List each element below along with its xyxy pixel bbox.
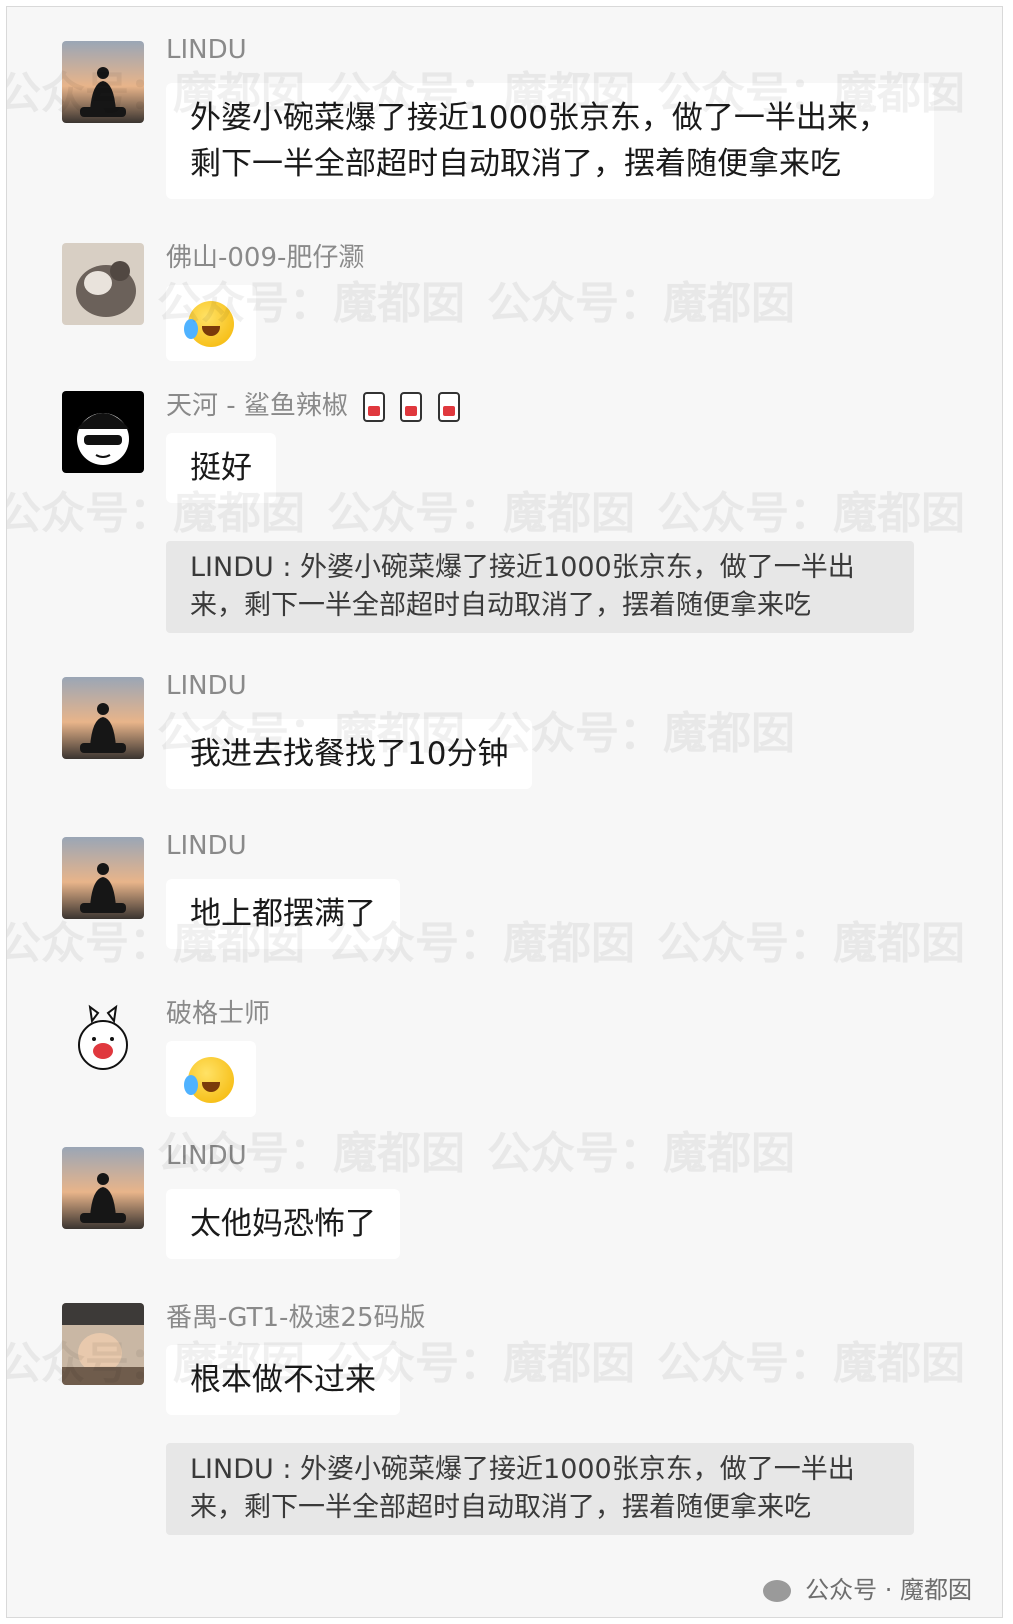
sender-name: 破格士师: [166, 999, 271, 1029]
crying-laughing-emoji: [184, 1056, 234, 1103]
avatar-sunset-meditation[interactable]: [62, 1147, 144, 1229]
chat-log: LINDU 外婆小碗菜爆了接近1000张京东，做了一半出来，剩下一半全部超时自动…: [7, 7, 1002, 1617]
message-text: 挺好: [190, 450, 252, 486]
quote-text: LINDU : 外婆小碗菜爆了接近1000张京东，做了一半出来，剩下一半全部超时…: [190, 552, 855, 621]
sender-name: LINDU: [166, 1141, 247, 1171]
sender-name: 番禺-GT1-极速25码版: [166, 1303, 426, 1333]
message-text: 我进去找餐找了10分钟: [190, 736, 509, 772]
message-bubble[interactable]: [166, 1041, 256, 1117]
message-text: 太他妈恐怖了: [190, 1206, 376, 1242]
sender-name: 佛山-009-肥仔灏: [166, 243, 365, 273]
message-text: 地上都摆满了: [190, 896, 376, 932]
footer-watermark-text: 公众号 · 魔都囡: [805, 1576, 972, 1604]
quoted-message[interactable]: LINDU : 外婆小碗菜爆了接近1000张京东，做了一半出来，剩下一半全部超时…: [166, 1443, 914, 1535]
message-bubble[interactable]: 根本做不过来: [166, 1345, 400, 1415]
sender-name: 天河 - 鲨鱼辣椒: [166, 385, 460, 422]
avatar-cartoon-sunglasses[interactable]: [62, 391, 144, 473]
avatar-sunset-meditation[interactable]: [62, 677, 144, 759]
quote-text: LINDU : 外婆小碗菜爆了接近1000张京东，做了一半出来，剩下一半全部超时…: [190, 1454, 855, 1523]
avatar-cat[interactable]: [62, 243, 144, 325]
message-text: 根本做不过来: [190, 1362, 376, 1398]
avatar-person-photo[interactable]: [62, 1303, 144, 1385]
avatar-cartoon-rabbit[interactable]: [62, 999, 144, 1081]
message-bubble[interactable]: 外婆小碗菜爆了接近1000张京东，做了一半出来，剩下一半全部超时自动取消了，摆着…: [166, 83, 934, 199]
message-bubble[interactable]: 地上都摆满了: [166, 879, 400, 949]
screenshot-frame: LINDU 外婆小碗菜爆了接近1000张京东，做了一半出来，剩下一半全部超时自动…: [6, 6, 1003, 1618]
message-bubble[interactable]: 我进去找餐找了10分钟: [166, 719, 533, 789]
avatar-sunset-meditation[interactable]: [62, 837, 144, 919]
sender-name-text: 天河 - 鲨鱼辣椒: [166, 391, 348, 421]
footer-watermark: 公众号 · 魔都囡: [763, 1570, 972, 1605]
avatar-sunset-meditation[interactable]: [62, 41, 144, 123]
crying-laughing-emoji: [184, 300, 234, 347]
sender-name: LINDU: [166, 671, 247, 701]
message-bubble[interactable]: [166, 285, 256, 361]
sender-name: LINDU: [166, 35, 247, 65]
wechat-icon: [763, 1580, 792, 1602]
badge-icon: [363, 391, 386, 422]
badge-icon: [437, 391, 460, 422]
message-bubble[interactable]: 挺好: [166, 433, 276, 503]
message-text: 外婆小碗菜爆了接近1000张京东，做了一半出来，剩下一半全部超时自动取消了，摆着…: [190, 100, 889, 182]
quoted-message[interactable]: LINDU : 外婆小碗菜爆了接近1000张京东，做了一半出来，剩下一半全部超时…: [166, 541, 914, 633]
sender-name: LINDU: [166, 831, 247, 861]
badge-icon: [400, 391, 423, 422]
message-bubble[interactable]: 太他妈恐怖了: [166, 1189, 400, 1259]
